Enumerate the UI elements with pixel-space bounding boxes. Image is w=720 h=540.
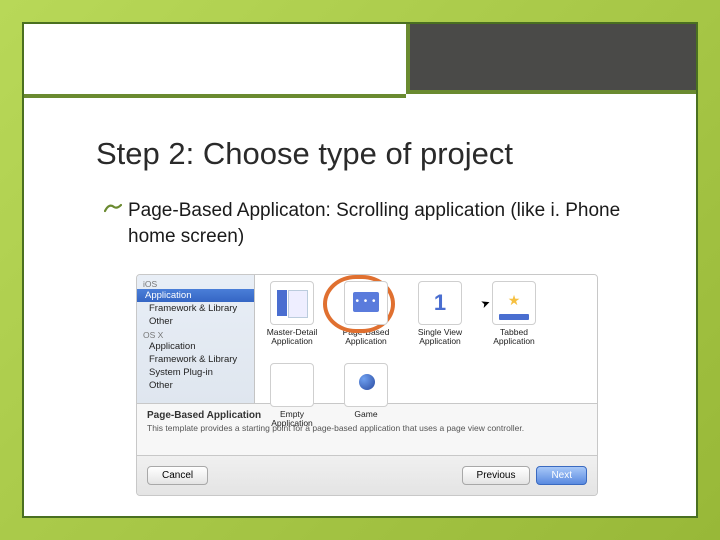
sidebar-item-osx-other[interactable]: Other bbox=[137, 379, 254, 392]
dialog-button-bar: Cancel Previous Next bbox=[137, 455, 597, 495]
header-rule bbox=[24, 94, 406, 98]
template-tabbed[interactable]: Tabbed Application bbox=[485, 281, 543, 347]
sidebar-item-ios-framework[interactable]: Framework & Library bbox=[137, 302, 254, 315]
next-button[interactable]: Next bbox=[536, 466, 587, 485]
template-single-view[interactable]: Single View Application bbox=[411, 281, 469, 347]
template-empty[interactable]: Empty Application bbox=[263, 363, 321, 429]
template-label: Tabbed Application bbox=[485, 328, 543, 347]
sidebar-item-osx-application[interactable]: Application bbox=[137, 340, 254, 353]
single-view-icon bbox=[418, 281, 462, 325]
template-page-based[interactable]: Page-Based Application bbox=[337, 281, 395, 347]
template-master-detail[interactable]: Master-Detail Application bbox=[263, 281, 321, 347]
master-detail-icon bbox=[270, 281, 314, 325]
template-game[interactable]: Game bbox=[337, 363, 395, 429]
script-bullet-icon bbox=[104, 201, 122, 220]
template-gallery: Master-Detail Application Page-Based App… bbox=[255, 275, 597, 403]
slide-title: Step 2: Choose type of project bbox=[96, 136, 513, 172]
template-label: Single View Application bbox=[411, 328, 469, 347]
cancel-button[interactable]: Cancel bbox=[147, 466, 208, 485]
template-chooser-dialog: iOS Application Framework & Library Othe… bbox=[136, 274, 598, 496]
template-label: Game bbox=[337, 410, 395, 419]
header-accent-box bbox=[406, 24, 696, 94]
bullet-item: Page-Based Applicaton: Scrolling applica… bbox=[104, 198, 636, 249]
sidebar-header-ios: iOS bbox=[137, 277, 254, 289]
sidebar-item-ios-other[interactable]: Other bbox=[137, 315, 254, 328]
bullet-text: Page-Based Applicaton: Scrolling applica… bbox=[128, 198, 636, 249]
template-label: Page-Based Application bbox=[337, 328, 395, 347]
tabbed-icon bbox=[492, 281, 536, 325]
previous-button[interactable]: Previous bbox=[462, 466, 531, 485]
page-based-icon bbox=[344, 281, 388, 325]
game-icon bbox=[344, 363, 388, 407]
template-label: Empty Application bbox=[263, 410, 321, 429]
sidebar-item-osx-framework[interactable]: Framework & Library bbox=[137, 353, 254, 366]
sidebar-header-osx: OS X bbox=[137, 328, 254, 340]
sidebar-item-ios-application[interactable]: Application bbox=[137, 289, 254, 302]
slide-card: Step 2: Choose type of project Page-Base… bbox=[22, 22, 698, 518]
sidebar-item-osx-plugin[interactable]: System Plug-in bbox=[137, 366, 254, 379]
empty-app-icon bbox=[270, 363, 314, 407]
template-label: Master-Detail Application bbox=[263, 328, 321, 347]
dialog-sidebar: iOS Application Framework & Library Othe… bbox=[137, 275, 255, 403]
